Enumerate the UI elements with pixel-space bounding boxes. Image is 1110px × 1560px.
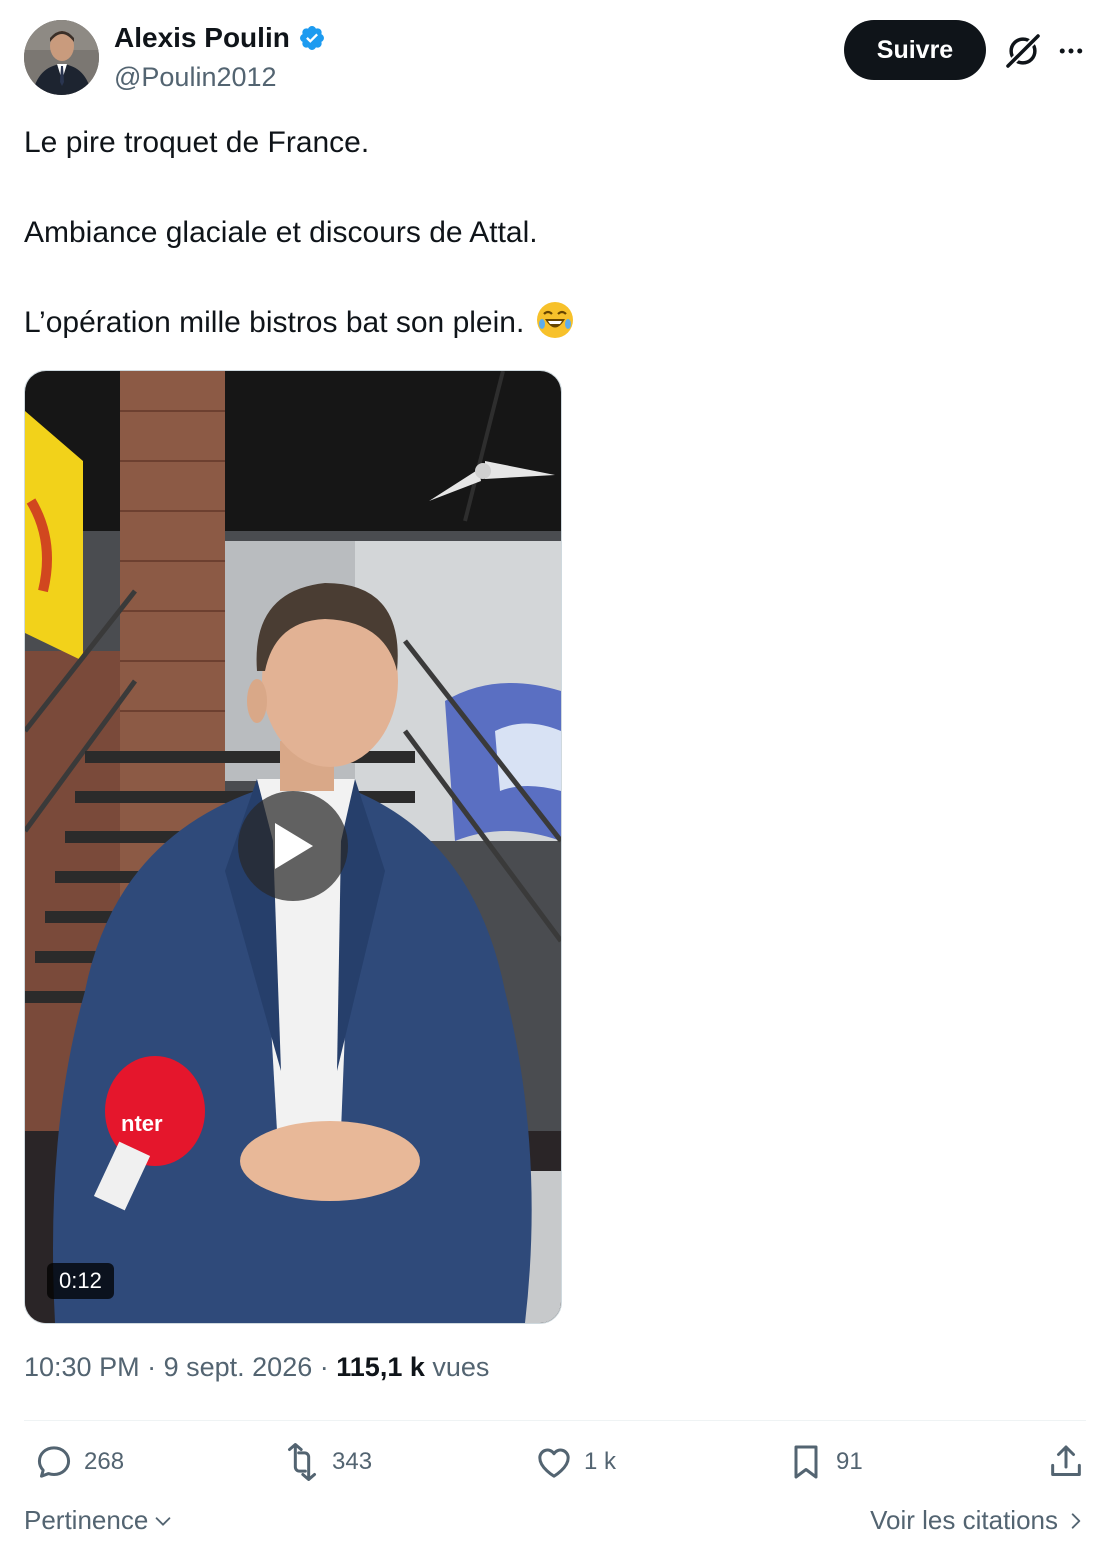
meta-separator: · xyxy=(319,1352,329,1382)
author-name-row: Alexis Poulin xyxy=(114,22,326,54)
reply-button[interactable]: 268 xyxy=(34,1442,124,1482)
follow-button[interactable]: Suivre xyxy=(844,20,986,80)
like-button[interactable]: 1 k xyxy=(534,1442,616,1482)
quotes-label: Voir les citations xyxy=(870,1505,1058,1535)
play-icon xyxy=(275,823,313,869)
grok-icon[interactable] xyxy=(1004,32,1042,70)
rolling-laughing-emoji-icon xyxy=(536,302,573,338)
tweet-header: Alexis Poulin @Poulin2012 Suivre xyxy=(24,20,1086,100)
sort-label: Pertinence xyxy=(24,1505,149,1535)
action-bar: 268 343 1 k 91 xyxy=(24,1442,1086,1492)
heart-icon xyxy=(538,1448,570,1478)
views-label: vues xyxy=(432,1352,490,1382)
share-button[interactable] xyxy=(1046,1442,1086,1482)
tweet-text: Le pire troquet de France. Ambiance glac… xyxy=(24,118,1084,388)
tweet-date[interactable]: 9 sept. 2026 xyxy=(164,1352,313,1382)
like-count: 1 k xyxy=(584,1448,617,1475)
more-options-icon[interactable] xyxy=(1056,36,1086,66)
repost-icon xyxy=(288,1443,316,1481)
tweet-time[interactable]: 10:30 PM xyxy=(24,1352,140,1382)
play-button[interactable] xyxy=(238,791,348,901)
divider xyxy=(24,1420,1086,1421)
replies-footer: Pertinence Voir les citations xyxy=(24,1505,1086,1545)
tweet-line: Le pire troquet de France. xyxy=(24,126,370,159)
view-quotes-link[interactable]: Voir les citations xyxy=(870,1505,1086,1536)
reply-count: 268 xyxy=(84,1448,125,1475)
sort-dropdown[interactable]: Pertinence xyxy=(24,1505,174,1536)
reply-icon xyxy=(37,1446,71,1478)
verified-badge-icon xyxy=(299,26,324,50)
video-duration: 0:12 xyxy=(47,1263,114,1299)
bookmark-icon xyxy=(794,1445,818,1479)
tweet-line-last: L’opération mille bistros bat son plein. xyxy=(24,298,1084,348)
video-player[interactable]: nter 0:12 xyxy=(24,370,562,1324)
share-icon xyxy=(1051,1445,1081,1476)
tweet-metadata: 10:30 PM · 9 sept. 2026 · 115,1 k vues xyxy=(24,1352,489,1383)
author-avatar[interactable] xyxy=(24,20,99,95)
meta-separator: · xyxy=(147,1352,157,1382)
views-count: 115,1 k xyxy=(336,1352,425,1382)
tweet-line: L’opération mille bistros bat son plein. xyxy=(24,306,525,339)
repost-count: 343 xyxy=(332,1448,373,1475)
repost-button[interactable]: 343 xyxy=(282,1442,372,1482)
bookmark-count: 91 xyxy=(836,1448,863,1475)
author-name[interactable]: Alexis Poulin xyxy=(114,22,290,54)
tweet-line: Ambiance glaciale et discours de Attal. xyxy=(24,216,538,249)
author-handle[interactable]: @Poulin2012 xyxy=(114,62,277,93)
chevron-right-icon xyxy=(1071,1512,1081,1529)
bookmark-button[interactable]: 91 xyxy=(786,1442,863,1482)
mic-flag-text: nter xyxy=(121,1111,163,1136)
chevron-down-icon xyxy=(155,1516,171,1526)
